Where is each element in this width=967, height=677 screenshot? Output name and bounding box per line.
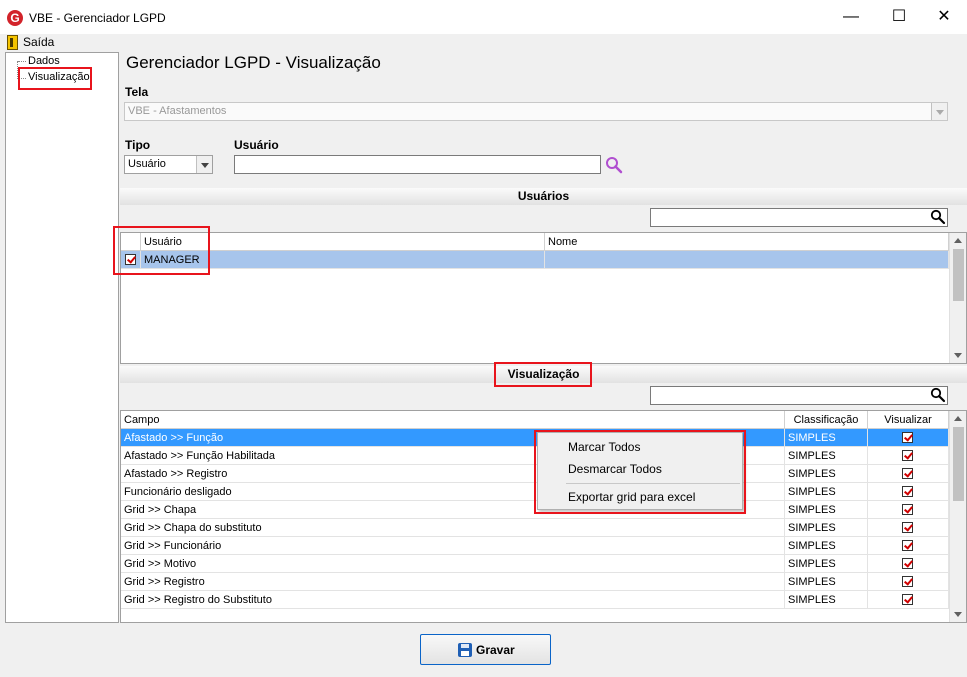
menu-item-saida[interactable]: Saída (23, 35, 54, 49)
classificacao-cell: SIMPLES (785, 483, 868, 501)
column-header-campo[interactable]: Campo (121, 411, 785, 429)
visualizar-checkbox[interactable] (902, 594, 913, 605)
maximize-button[interactable]: ☐ (876, 0, 922, 34)
table-row[interactable]: Grid >> Registro do Substituto SIMPLES (121, 591, 949, 609)
classificacao-cell: SIMPLES (785, 555, 868, 573)
campo-cell: Grid >> Registro do Substituto (121, 591, 785, 609)
column-header-nome[interactable]: Nome (545, 233, 949, 251)
classificacao-cell: SIMPLES (785, 447, 868, 465)
usuario-label: Usuário (234, 138, 279, 152)
tipo-select[interactable]: Usuário (124, 155, 213, 174)
close-button[interactable]: ✕ (921, 0, 967, 34)
column-header-classificacao[interactable]: Classificação (785, 411, 868, 429)
scroll-up-icon[interactable] (954, 416, 962, 421)
visualizar-checkbox[interactable] (902, 450, 913, 461)
classificacao-cell: SIMPLES (785, 465, 868, 483)
app-logo-icon: G (7, 10, 23, 26)
highlight-box (534, 430, 746, 514)
classificacao-cell: SIMPLES (785, 591, 868, 609)
search-icon[interactable] (930, 209, 946, 225)
visualizar-checkbox[interactable] (902, 504, 913, 515)
usuarios-grid: Usuário Nome MANAGER (120, 232, 967, 364)
table-row[interactable]: Grid >> Chapa do substituto SIMPLES (121, 519, 949, 537)
visualizar-cell (868, 447, 949, 465)
campo-cell: Grid >> Registro (121, 573, 785, 591)
chevron-down-icon (931, 103, 947, 120)
page-title: Gerenciador LGPD - Visualização (126, 53, 381, 72)
save-button[interactable]: Gravar (420, 634, 551, 665)
visualizar-cell (868, 591, 949, 609)
vertical-scrollbar[interactable] (949, 411, 966, 622)
usuarios-section-header: Usuários (120, 188, 967, 205)
door-exit-icon[interactable] (7, 35, 18, 50)
classificacao-cell: SIMPLES (785, 429, 868, 447)
column-header-visualizar[interactable]: Visualizar (868, 411, 949, 429)
tela-select[interactable]: VBE - Afastamentos (124, 102, 948, 121)
classificacao-cell: SIMPLES (785, 573, 868, 591)
visualizacao-search-input[interactable] (650, 386, 948, 405)
scroll-up-icon[interactable] (954, 238, 962, 243)
visualizar-cell (868, 537, 949, 555)
table-row[interactable]: Grid >> Registro SIMPLES (121, 573, 949, 591)
visualizar-cell (868, 555, 949, 573)
visualizar-checkbox[interactable] (902, 558, 913, 569)
search-icon[interactable] (930, 387, 946, 403)
tela-label: Tela (125, 85, 149, 99)
highlight-box (494, 362, 592, 387)
classificacao-cell: SIMPLES (785, 501, 868, 519)
campo-cell: Grid >> Motivo (121, 555, 785, 573)
scroll-down-icon[interactable] (954, 353, 962, 358)
usuarios-search-input[interactable] (650, 208, 948, 227)
tree-connector (18, 61, 26, 62)
chevron-down-icon (196, 156, 212, 173)
visualizar-checkbox[interactable] (902, 432, 913, 443)
campo-cell: Grid >> Chapa do substituto (121, 519, 785, 537)
highlight-box (113, 226, 210, 275)
visualizar-cell (868, 519, 949, 537)
usuario-input[interactable] (234, 155, 601, 174)
visualizar-cell (868, 501, 949, 519)
navigation-tree (5, 52, 119, 623)
visualizar-cell (868, 429, 949, 447)
visualizar-cell (868, 573, 949, 591)
classificacao-cell: SIMPLES (785, 519, 868, 537)
floppy-disk-icon (458, 643, 472, 657)
visualizar-checkbox[interactable] (902, 468, 913, 479)
visualizar-checkbox[interactable] (902, 576, 913, 587)
window-title: VBE - Gerenciador LGPD (29, 11, 166, 25)
visualizar-checkbox[interactable] (902, 522, 913, 533)
save-button-label: Gravar (476, 643, 515, 657)
table-row[interactable]: MANAGER (121, 251, 949, 269)
scroll-thumb[interactable] (953, 427, 964, 501)
table-row[interactable]: Grid >> Funcionário SIMPLES (121, 537, 949, 555)
highlight-box (18, 67, 92, 90)
visualizar-cell (868, 483, 949, 501)
visualizar-checkbox[interactable] (902, 486, 913, 497)
visualizar-checkbox[interactable] (902, 540, 913, 551)
classificacao-cell: SIMPLES (785, 537, 868, 555)
scroll-thumb[interactable] (953, 249, 964, 301)
vertical-scrollbar[interactable] (949, 233, 966, 363)
nome-cell (545, 251, 949, 269)
scroll-down-icon[interactable] (954, 612, 962, 617)
campo-cell: Grid >> Funcionário (121, 537, 785, 555)
menu-bar (0, 34, 967, 52)
tipo-value: Usuário (128, 158, 166, 170)
search-icon[interactable] (605, 156, 623, 174)
minimize-button[interactable]: — (828, 0, 874, 34)
tree-item-dados[interactable]: Dados (28, 55, 60, 67)
visualizar-cell (868, 465, 949, 483)
tipo-label: Tipo (125, 138, 151, 152)
tela-value: VBE - Afastamentos (128, 105, 227, 117)
table-row[interactable]: Grid >> Motivo SIMPLES (121, 555, 949, 573)
